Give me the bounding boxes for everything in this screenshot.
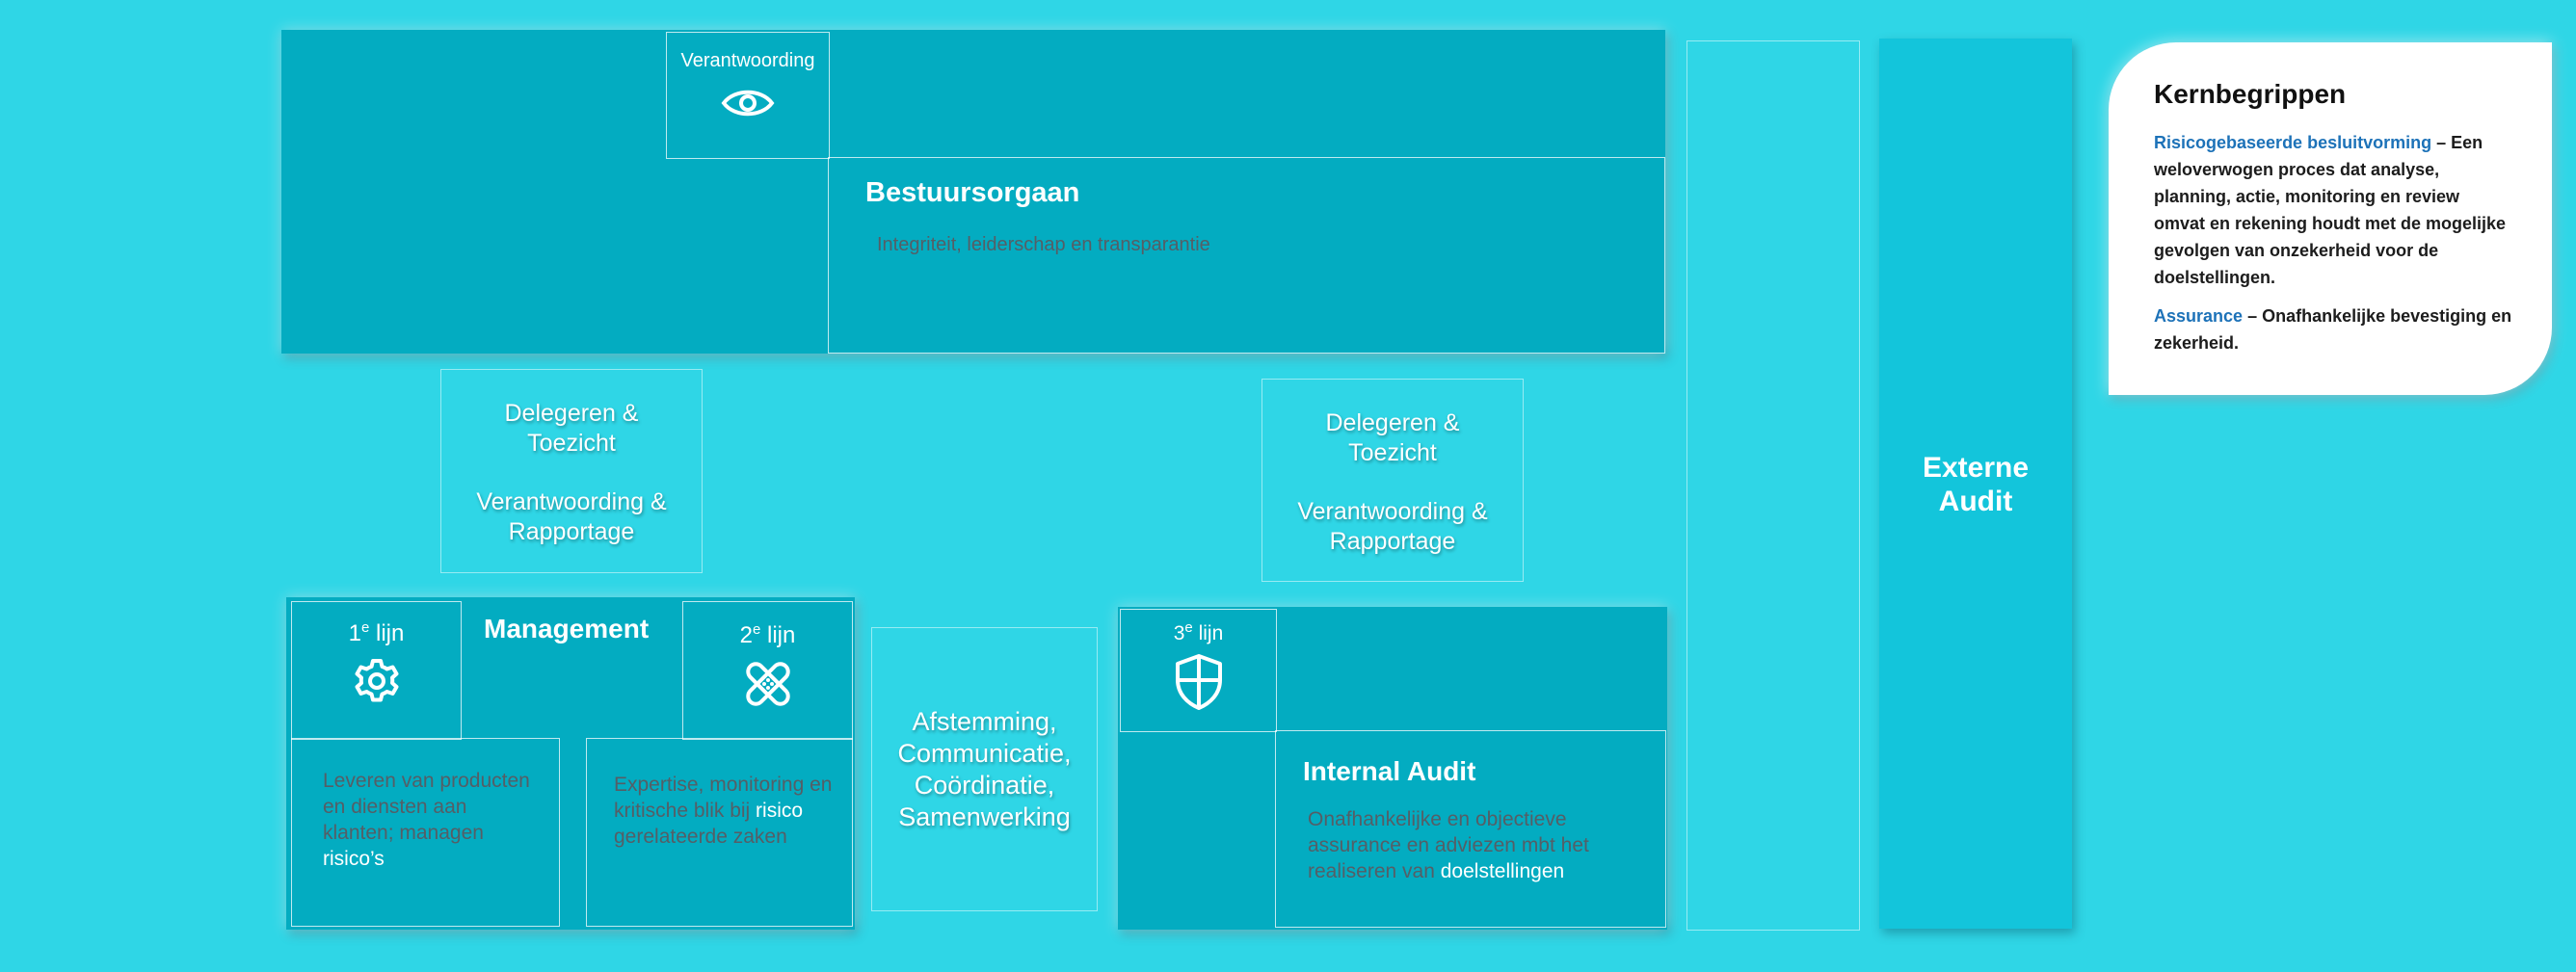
internal-audit-title: Internal Audit bbox=[1303, 756, 1476, 786]
key-concept-term: Assurance bbox=[2154, 306, 2244, 326]
coordination-communication: Communicatie, bbox=[897, 739, 1072, 768]
gear-icon bbox=[352, 657, 402, 707]
right-relation-reporting: Rapportage bbox=[1329, 528, 1456, 555]
second-line-number: 2 bbox=[739, 622, 753, 648]
left-relation-reporting: Rapportage bbox=[508, 518, 635, 545]
left-relation-delegate: Delegeren & bbox=[504, 400, 639, 427]
third-line-number: 3 bbox=[1173, 622, 1185, 644]
first-line-description-box: Leveren van producten en diensten aan kl… bbox=[291, 738, 560, 927]
internal-audit-description: Onafhankelijke en objectieve assurance e… bbox=[1308, 806, 1635, 884]
left-relation-oversight: Toezicht bbox=[527, 430, 616, 457]
external-audit-panel: Externe Audit bbox=[1879, 39, 2072, 929]
third-line-label: 3e lijn bbox=[1121, 619, 1276, 645]
right-relation-oversight: Toezicht bbox=[1348, 439, 1437, 466]
second-line-word: lijn bbox=[760, 622, 796, 648]
second-line-description-box: Expertise, monitoring en kritische blik … bbox=[586, 738, 853, 927]
eye-icon bbox=[721, 86, 775, 120]
management-title: Management bbox=[484, 614, 650, 644]
second-line-label: 2e lijn bbox=[683, 621, 852, 649]
coordination-box: Afstemming, Communicatie, Coördinatie, S… bbox=[871, 627, 1098, 911]
first-line-number: 1 bbox=[348, 620, 361, 646]
governing-body-title: Bestuursorgaan bbox=[865, 177, 1080, 208]
left-relation-box: Delegeren & Toezicht Verantwoording & Ra… bbox=[440, 369, 703, 573]
right-relation-accountability: Verantwoording & bbox=[1297, 498, 1488, 525]
governing-body-tag-box: Verantwoording bbox=[666, 32, 830, 159]
first-line-description: Leveren van producten en diensten aan kl… bbox=[323, 770, 530, 844]
second-line-tag-box: 2e lijn bbox=[682, 601, 853, 740]
key-concept-risk-based-decision: Risicogebaseerde besluitvorming – Een we… bbox=[2154, 129, 2515, 291]
third-line-word: lijn bbox=[1192, 622, 1224, 644]
shield-icon bbox=[1173, 653, 1225, 711]
coordination-coordination: Coördinatie, bbox=[914, 771, 1055, 800]
coordination-collaboration: Samenwerking bbox=[898, 802, 1071, 831]
third-line-tag-box: 3e lijn bbox=[1120, 609, 1277, 732]
internal-audit-description-goals: doelstellingen bbox=[1440, 860, 1565, 882]
key-concept-assurance: Assurance – Onafhankelijke bevestiging e… bbox=[2154, 302, 2515, 356]
internal-audit-content-box: Internal Audit Onafhankelijke en objecti… bbox=[1275, 730, 1666, 928]
first-line-label: 1e lijn bbox=[292, 619, 461, 647]
right-relation-box: Delegeren & Toezicht Verantwoording & Ra… bbox=[1261, 379, 1524, 582]
second-line-description-rest: gerelateerde zaken bbox=[614, 826, 787, 848]
governing-body-content-box: Bestuursorgaan Integriteit, leiderschap … bbox=[828, 157, 1665, 354]
first-line-tag-box: 1e lijn bbox=[291, 601, 462, 740]
key-concepts-title: Kernbegrippen bbox=[2154, 79, 2347, 109]
key-concepts-card: Kernbegrippen Risicogebaseerde besluitvo… bbox=[2109, 42, 2552, 395]
governing-body-tag-label: Verantwoording bbox=[680, 50, 815, 71]
left-relation-accountability: Verantwoording & bbox=[476, 488, 667, 515]
bandage-icon bbox=[741, 657, 795, 711]
third-line-ordinal: e bbox=[1184, 619, 1193, 636]
key-concept-term: Risicogebaseerde besluitvorming bbox=[2154, 133, 2432, 152]
external-audit-line2: Audit bbox=[1938, 486, 2013, 517]
second-line-description-risk: risico bbox=[756, 800, 804, 822]
governing-body-subtitle: Integriteit, leiderschap en transparanti… bbox=[877, 234, 1210, 255]
key-concept-text: – Een weloverwogen proces dat analyse, p… bbox=[2154, 133, 2507, 287]
first-line-description-risk: risico’s bbox=[323, 848, 385, 870]
coordination-alignment: Afstemming, bbox=[912, 707, 1057, 736]
external-audit-line1: Externe bbox=[1922, 452, 2030, 484]
regulator-column bbox=[1686, 40, 1860, 931]
first-line-word: lijn bbox=[369, 620, 405, 646]
right-relation-delegate: Delegeren & bbox=[1325, 409, 1460, 436]
